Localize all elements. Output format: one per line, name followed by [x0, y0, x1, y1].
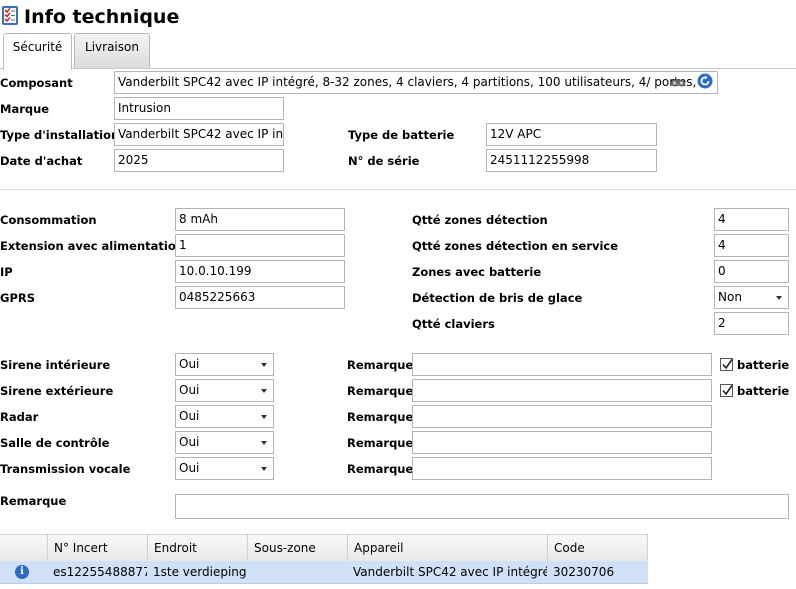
bris-glace-select[interactable]: Non: [714, 286, 789, 309]
composant-field[interactable]: Vanderbilt SPC42 avec IP intégré, 8-32 z…: [114, 71, 718, 94]
column-header-incert[interactable]: N° Incert: [47, 535, 147, 561]
tab-securite[interactable]: Sécurité: [3, 33, 72, 70]
salle-controle-label: Salle de contrôle: [0, 436, 110, 450]
gprs-field[interactable]: 0485225663: [175, 286, 345, 309]
table-row[interactable]: i es12255488877 1ste verdieping Vanderbi…: [0, 561, 648, 584]
type-installation-field[interactable]: Vanderbilt SPC42 avec IP intégré: [114, 123, 284, 146]
type-batterie-field[interactable]: 12V APC: [486, 123, 657, 146]
batterie-label: batterie: [737, 384, 790, 398]
chevron-down-icon: [261, 441, 267, 445]
radar-select[interactable]: Oui: [175, 405, 274, 428]
page-title: Info technique: [24, 6, 180, 28]
cell-code: 30230706: [553, 565, 615, 579]
extension-label: Extension avec alimentation: [0, 239, 184, 253]
transmission-vocale-select[interactable]: Oui: [175, 457, 274, 480]
numero-serie-field[interactable]: 2451112255998: [486, 149, 657, 172]
tab-livraison[interactable]: Livraison: [74, 33, 150, 68]
date-achat-field[interactable]: 2025: [114, 149, 284, 172]
chevron-down-icon: [261, 389, 267, 393]
remarque-sirene-exterieure-field[interactable]: [412, 379, 712, 402]
zones-service-label: Qtté zones détection en service: [412, 239, 619, 253]
cell-endroit: 1ste verdieping: [153, 565, 247, 579]
sirene-exterieure-select[interactable]: Oui: [175, 379, 274, 402]
chevron-down-icon: [261, 467, 267, 471]
batterie-checkbox[interactable]: [720, 358, 733, 371]
sirene-interieure-select[interactable]: Oui: [175, 353, 274, 376]
sirene-interieure-value: Oui: [179, 357, 200, 371]
claviers-label: Qtté claviers: [412, 317, 495, 331]
marque-field[interactable]: Intrusion: [114, 97, 284, 120]
gprs-label: GPRS: [0, 291, 36, 305]
remarque-label: Remarque: [347, 436, 414, 450]
remarque-label: Remarque: [347, 358, 414, 372]
zones-service-field[interactable]: 4: [714, 234, 789, 257]
ip-label: IP: [0, 265, 13, 279]
chevron-down-icon: [261, 363, 267, 367]
type-batterie-label: Type de batterie: [348, 128, 455, 142]
cell-incert: es12255488877: [53, 565, 147, 579]
checklist-icon: [2, 6, 18, 25]
date-achat-label: Date d'achat: [0, 154, 83, 168]
salle-controle-select[interactable]: Oui: [175, 431, 274, 454]
chevron-down-icon: [776, 296, 782, 300]
consommation-field[interactable]: 8 mAh: [175, 208, 345, 231]
column-header-appareil[interactable]: Appareil: [347, 535, 547, 561]
transmission-vocale-value: Oui: [179, 461, 200, 475]
column-header-code[interactable]: Code: [547, 535, 648, 561]
remarque-label: Remarque: [347, 384, 414, 398]
remarque-transmission-vocale-field[interactable]: [412, 457, 712, 480]
refresh-icon[interactable]: [697, 73, 713, 89]
type-installation-label: Type d'installation: [0, 128, 120, 142]
column-header-endroit[interactable]: Endroit: [147, 535, 247, 561]
section-divider: [0, 189, 796, 190]
zones-detection-field[interactable]: 4: [714, 208, 789, 231]
remarque-general-label: Remarque: [0, 494, 67, 508]
zones-batterie-field[interactable]: 0: [714, 260, 789, 283]
chevron-down-icon: [261, 415, 267, 419]
salle-controle-value: Oui: [179, 435, 200, 449]
remarque-label: Remarque: [347, 462, 414, 476]
remarque-radar-field[interactable]: [412, 405, 712, 428]
marque-label: Marque: [0, 102, 50, 116]
grid-header: N° Incert Endroit Sous-zone Appareil Cod…: [0, 534, 648, 562]
extension-field[interactable]: 1: [175, 234, 345, 257]
remarque-sirene-interieure-field[interactable]: [412, 353, 712, 376]
transmission-vocale-label: Transmission vocale: [0, 462, 131, 476]
composant-label: Composant: [0, 76, 73, 90]
ip-field[interactable]: 10.0.10.199: [175, 260, 345, 283]
bris-glace-value: Non: [718, 290, 742, 304]
claviers-field[interactable]: 2: [714, 312, 789, 335]
bris-glace-label: Détection de bris de glace: [412, 291, 583, 305]
info-icon[interactable]: i: [15, 565, 29, 579]
remarque-label: Remarque: [347, 410, 414, 424]
zones-batterie-label: Zones avec batterie: [412, 265, 542, 279]
binoculars-icon[interactable]: [670, 75, 686, 89]
cell-appareil: Vanderbilt SPC42 avec IP intégré, 8: [353, 565, 547, 579]
numero-serie-label: N° de série: [348, 154, 420, 168]
zones-detection-label: Qtté zones détection: [412, 213, 548, 227]
batterie-checkbox[interactable]: [720, 384, 733, 397]
composant-value: Vanderbilt SPC42 avec IP intégré, 8-32 z…: [118, 75, 697, 89]
sirene-interieure-label: Sirene intérieure: [0, 358, 111, 372]
remarque-general-field[interactable]: [175, 494, 789, 519]
sirene-exterieure-value: Oui: [179, 383, 200, 397]
tab-bar-divider: [0, 68, 796, 69]
consommation-label: Consommation: [0, 213, 97, 227]
radar-label: Radar: [0, 410, 39, 424]
sirene-exterieure-label: Sirene extérieure: [0, 384, 114, 398]
batterie-label: batterie: [737, 358, 790, 372]
cell-sous-zone: [247, 561, 347, 583]
remarque-salle-controle-field[interactable]: [412, 431, 712, 454]
column-header-sous-zone[interactable]: Sous-zone: [247, 535, 347, 561]
radar-value: Oui: [179, 409, 200, 423]
